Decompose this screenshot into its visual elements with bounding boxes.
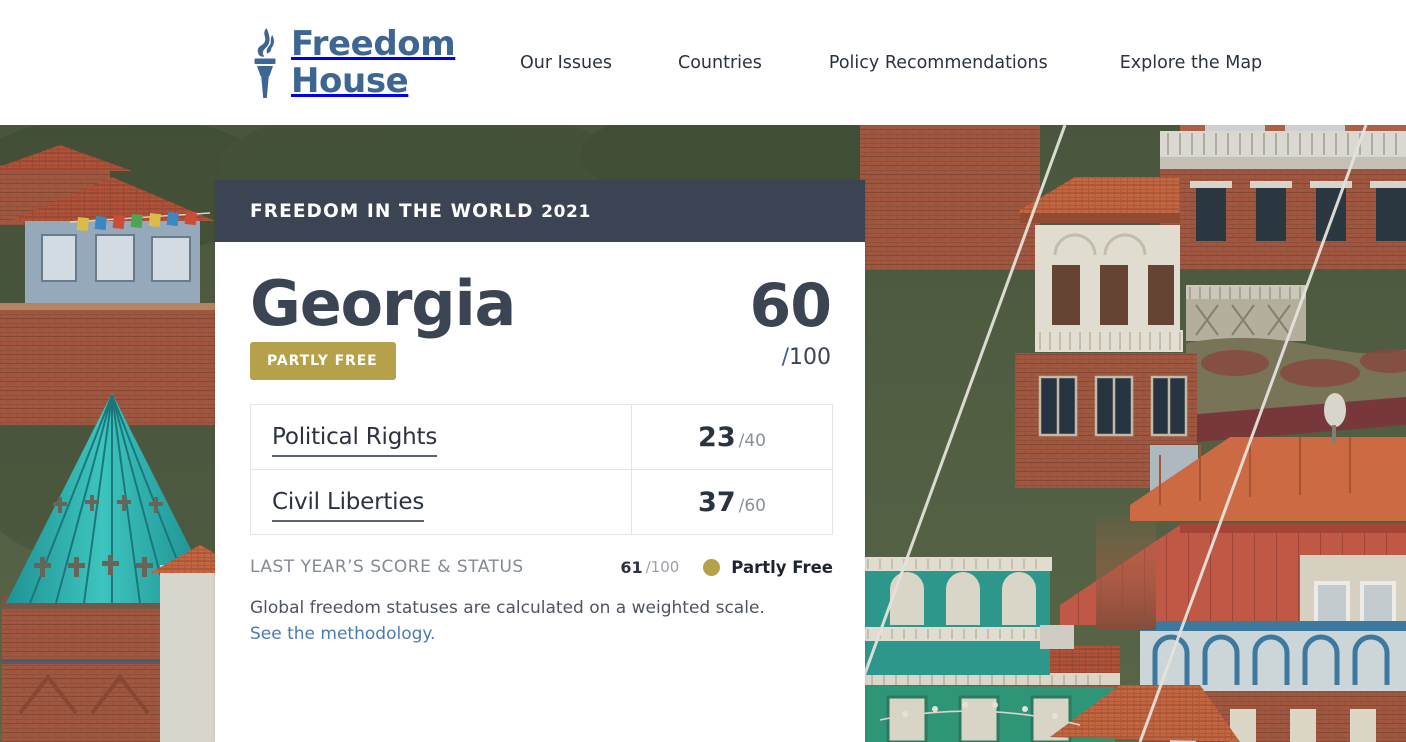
logo-line-1: Freedom [291, 24, 456, 64]
card-header: FREEDOM IN THE WORLD 2021 [215, 180, 865, 242]
main-navigation: Our Issues Countries Policy Recommendati… [520, 0, 1262, 125]
card-body: Georgia PARTLY FREE 60 /100 Political Ri… [215, 242, 865, 742]
total-score-denominator: /100 [750, 345, 831, 370]
total-score-max: 100 [789, 345, 831, 370]
status-color-dot [703, 558, 721, 576]
nav-item-our-issues[interactable]: Our Issues [520, 47, 612, 79]
slash-glyph: / [781, 345, 789, 370]
last-year-status: Partly Free [731, 557, 833, 577]
methodology-note-text: Global freedom statuses are calculated o… [250, 598, 765, 618]
methodology-note: Global freedom statuses are calculated o… [250, 595, 796, 647]
country-score-header: Georgia PARTLY FREE 60 /100 [250, 270, 832, 380]
subscores-table: Political Rights 23/40 Civil Liberties 3… [250, 404, 833, 535]
nav-item-countries[interactable]: Countries [678, 47, 762, 79]
site-header: Freedom House Our Issues Countries Polic… [0, 0, 1406, 125]
subscore-link-political-rights[interactable]: Political Rights [272, 424, 437, 457]
civil-liberties-value: 37 [698, 486, 736, 518]
table-row: Political Rights 23/40 [250, 404, 833, 470]
last-year-score: 61 [620, 557, 643, 577]
methodology-link[interactable]: See the methodology. [250, 624, 435, 644]
report-title: FREEDOM IN THE WORLD [250, 200, 534, 222]
country-name: Georgia [250, 267, 516, 340]
table-row: Civil Liberties 37/60 [250, 469, 833, 535]
site-logo[interactable]: Freedom House [248, 24, 456, 101]
last-year-denominator: /100 [645, 558, 680, 576]
civil-liberties-denominator: /60 [738, 495, 766, 516]
nav-item-policy-recommendations[interactable]: Policy Recommendations [829, 47, 1048, 79]
last-year-label: LAST YEAR’S SCORE & STATUS [250, 557, 524, 577]
last-year-row: LAST YEAR’S SCORE & STATUS 61 /100 Partl… [250, 557, 833, 577]
political-rights-denominator: /40 [738, 430, 766, 451]
report-year: 2021 [541, 201, 591, 222]
total-score-block: 60 /100 [750, 270, 833, 370]
subscore-label-cell: Civil Liberties [250, 469, 632, 535]
country-score-card: FREEDOM IN THE WORLD 2021 Georgia PARTLY… [215, 180, 865, 742]
subscore-value-cell: 23/40 [632, 405, 833, 470]
subscore-value-cell: 37/60 [631, 469, 833, 535]
subscore-label-cell: Political Rights [250, 404, 632, 470]
total-score-value: 60 [749, 271, 832, 341]
country-block: Georgia PARTLY FREE [250, 267, 516, 380]
subscore-link-civil-liberties[interactable]: Civil Liberties [272, 489, 424, 522]
political-rights-value: 23 [698, 421, 736, 453]
torch-flame-icon [248, 26, 282, 100]
site-logo-text: Freedom House [291, 24, 456, 101]
card-header-title: FREEDOM IN THE WORLD 2021 [250, 201, 591, 222]
status-badge: PARTLY FREE [250, 342, 396, 380]
logo-line-2: House [291, 61, 409, 101]
nav-item-explore-the-map[interactable]: Explore the Map [1120, 47, 1262, 79]
